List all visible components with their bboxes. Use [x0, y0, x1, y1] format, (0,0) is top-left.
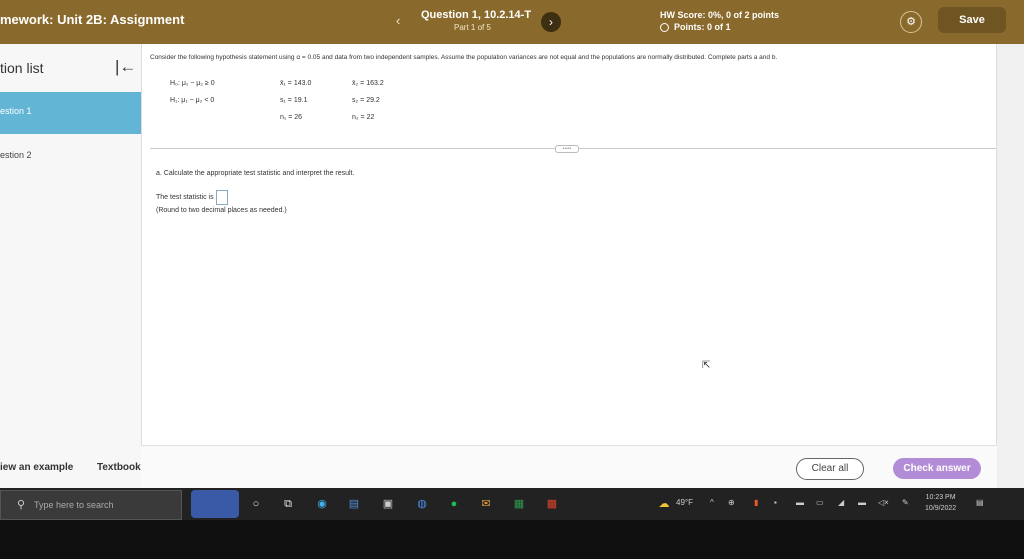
question-intro: Consider the following hypothesis statem… — [150, 54, 778, 61]
save-button[interactable]: Save — [938, 7, 1006, 33]
null-hypothesis: H₀: μ₁ − μ₂ ≥ 0 — [170, 80, 215, 87]
search-placeholder: Type here to search — [34, 500, 114, 510]
question-part: Part 1 of 5 — [454, 23, 491, 32]
browser-window: mework: Unit 2B: Assignment ‹ Question 1… — [0, 0, 1024, 488]
weather-temp: 49°F — [676, 498, 693, 507]
search-icon: ⚲ — [17, 499, 26, 511]
clock-date: 10/9/2022 — [925, 505, 957, 512]
wifi-icon[interactable]: ◢ — [838, 498, 844, 507]
chevron-right-icon[interactable]: › — [541, 12, 561, 32]
weather-icon: ☁ — [658, 498, 670, 510]
gear-icon[interactable]: ⚙ — [900, 11, 922, 33]
chrome-icon[interactable]: ◍ — [414, 497, 430, 511]
test-statistic-label: The test statistic is — [156, 194, 214, 201]
sample1-mean: x̄₁ = 143.0 — [280, 80, 312, 87]
sidebar-item-question-2[interactable]: estion 2 — [0, 150, 32, 160]
edge-icon[interactable]: ◉ — [314, 497, 330, 511]
word-icon[interactable]: ▩ — [544, 497, 560, 511]
assignment-title: mework: Unit 2B: Assignment — [0, 12, 185, 27]
tray-antivirus-icon[interactable]: ▮ — [754, 498, 758, 507]
sample1-n: n₁ = 26 — [280, 114, 303, 121]
windows-taskbar: ⚲ Type here to search ○ ⧉ ◉ ▤ ▣ ◍ ● ✉ ▦ … — [0, 488, 1024, 520]
rounding-note: (Round to two decimal places as needed.) — [156, 207, 287, 214]
question-content: Consider the following hypothesis statem… — [150, 44, 1002, 445]
test-statistic-row: The test statistic is — [156, 190, 228, 205]
file-explorer-icon[interactable]: ▤ — [346, 497, 362, 511]
collapse-left-icon[interactable]: |← — [115, 57, 136, 77]
spotify-icon[interactable]: ● — [446, 497, 462, 511]
test-statistic-input[interactable] — [215, 190, 228, 205]
tray-battery2-icon[interactable]: ▬ — [858, 498, 866, 507]
clock[interactable]: 10:23 PM 10/9/2022 — [925, 492, 956, 514]
pen-icon[interactable]: ✎ — [902, 498, 909, 507]
excel-icon[interactable]: ▦ — [511, 497, 527, 511]
sidebar-item-question-1[interactable]: estion 1 — [0, 92, 141, 134]
clear-all-button[interactable]: Clear all — [796, 458, 864, 480]
alt-hypothesis: H₁: μ₁ − μ₂ < 0 — [170, 97, 215, 104]
cortana-icon[interactable]: ○ — [248, 497, 264, 511]
search-highlight-icon — [191, 490, 239, 518]
sample2-mean: x̄₂ = 163.2 — [352, 80, 384, 87]
hw-score: HW Score: 0%, 0 of 2 points — [660, 10, 780, 20]
textbook-link[interactable]: Textbook — [97, 462, 141, 473]
sidebar-item-label: estion 1 — [0, 106, 32, 116]
volume-icon[interactable]: ◁× — [878, 498, 889, 507]
mail-icon[interactable]: ✉ — [478, 497, 494, 511]
question-number: Question 1, 10.2.14-T — [421, 9, 532, 21]
clock-time: 10:23 PM — [925, 494, 956, 501]
question-list-sidebar: tion list |← estion 1 estion 2 iew an ex… — [0, 44, 142, 488]
taskbar-search[interactable]: ⚲ Type here to search — [0, 490, 182, 520]
check-answer-button[interactable]: Check answer — [893, 458, 981, 479]
header-bar: mework: Unit 2B: Assignment ‹ Question 1… — [0, 0, 1024, 44]
divider-handle[interactable]: ••••• — [555, 145, 579, 153]
chevron-left-icon[interactable]: ‹ — [396, 13, 400, 28]
points-status: Points: 0 of 1 — [660, 22, 731, 32]
tray-dot-icon[interactable]: ▪ — [774, 498, 777, 507]
sample2-sd: s₂ = 29.2 — [352, 97, 380, 104]
monitor-bezel — [0, 520, 1024, 559]
notification-icon[interactable]: ▤ — [976, 498, 984, 507]
tray-battery-icon[interactable]: ▬ — [796, 498, 804, 507]
scrollbar[interactable] — [996, 44, 1024, 488]
sample2-n: n₂ = 22 — [352, 114, 375, 121]
view-example-link[interactable]: iew an example — [0, 462, 73, 473]
part-a-prompt: a. Calculate the appropriate test statis… — [156, 170, 355, 177]
sidebar-heading: tion list — [0, 60, 44, 76]
tray-app-icon[interactable]: ⊕ — [728, 498, 735, 507]
points-text: Points: 0 of 1 — [674, 22, 731, 32]
tray-chevron-icon[interactable]: ^ — [710, 498, 714, 507]
sample1-sd: s₁ = 19.1 — [280, 97, 308, 104]
mouse-cursor-icon: ⇱ — [702, 360, 711, 371]
answer-footer: Clear all Check answer — [141, 445, 997, 488]
store-icon[interactable]: ▣ — [380, 497, 396, 511]
tray-display-icon[interactable]: ▭ — [816, 498, 824, 507]
status-circle-icon — [660, 22, 669, 32]
task-view-icon[interactable]: ⧉ — [280, 497, 296, 511]
